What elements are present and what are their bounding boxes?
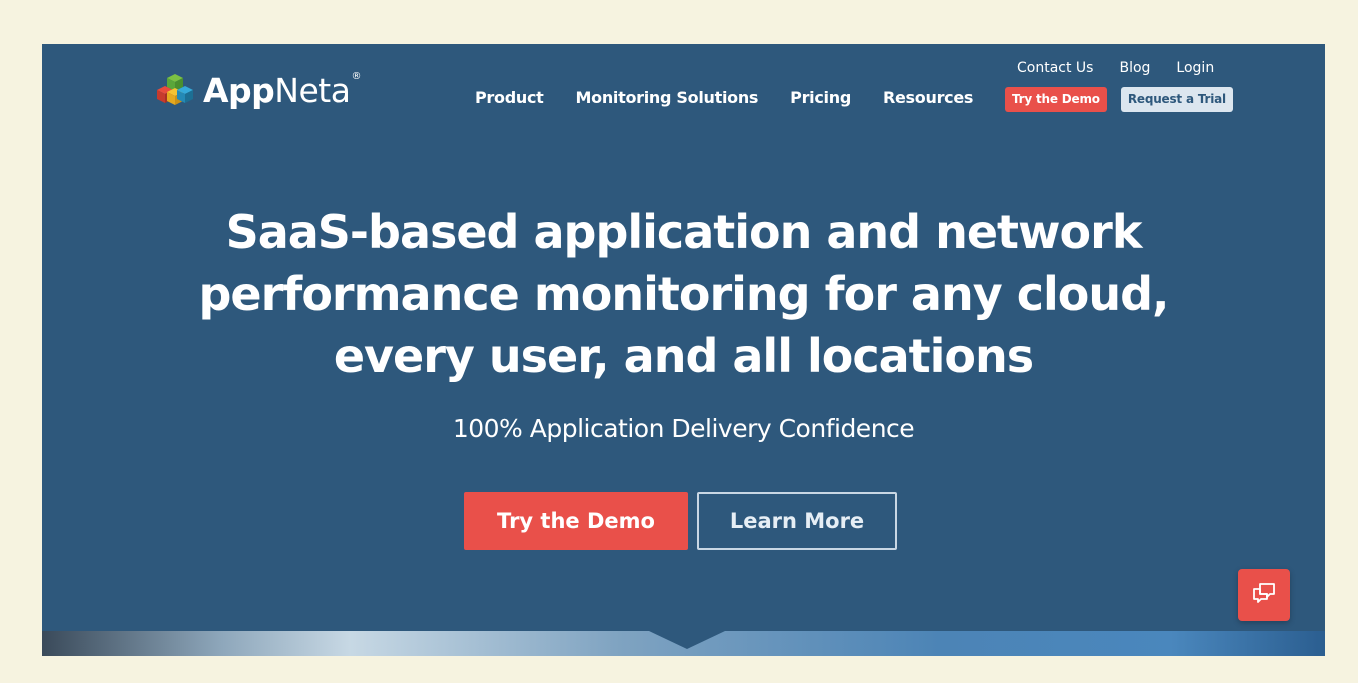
blog-link[interactable]: Blog [1119,60,1150,76]
request-trial-button[interactable]: Request a Trial [1120,87,1233,112]
contact-us-link[interactable]: Contact Us [1017,60,1093,76]
login-link[interactable]: Login [1176,60,1214,76]
hero-subtitle: 100% Application Delivery Confidence [452,414,915,443]
try-demo-button[interactable]: Try the Demo [464,492,688,550]
appneta-logo[interactable]: AppNeta® [155,70,361,110]
learn-more-button[interactable]: Learn More [697,492,897,550]
section-notch [649,631,725,649]
hero-title-line: performance monitoring for any cloud, [198,267,1170,321]
logo-wordmark: AppNeta® [203,70,361,110]
hero-title-line: SaaS-based application and network [225,205,1143,259]
main-nav: Product Monitoring Solutions Pricing Res… [475,88,973,107]
logo-cubes-icon [155,70,195,110]
page-frame: AppNeta® Product Monitoring Solutions Pr… [42,44,1325,656]
nav-product[interactable]: Product [475,88,544,107]
chat-button[interactable] [1238,569,1290,621]
hero-title-line: every user, and all locations [333,329,1034,383]
nav-resources[interactable]: Resources [883,88,973,107]
utility-nav: Contact Us Blog Login [1017,60,1214,76]
chat-bubbles-icon [1251,581,1277,610]
header-buttons: Try the Demo Request a Trial [1005,87,1233,112]
header-try-demo-button[interactable]: Try the Demo [1005,87,1107,112]
nav-monitoring-solutions[interactable]: Monitoring Solutions [576,88,759,107]
hero-title: SaaS-based application and network perfo… [42,201,1325,387]
nav-pricing[interactable]: Pricing [790,88,851,107]
